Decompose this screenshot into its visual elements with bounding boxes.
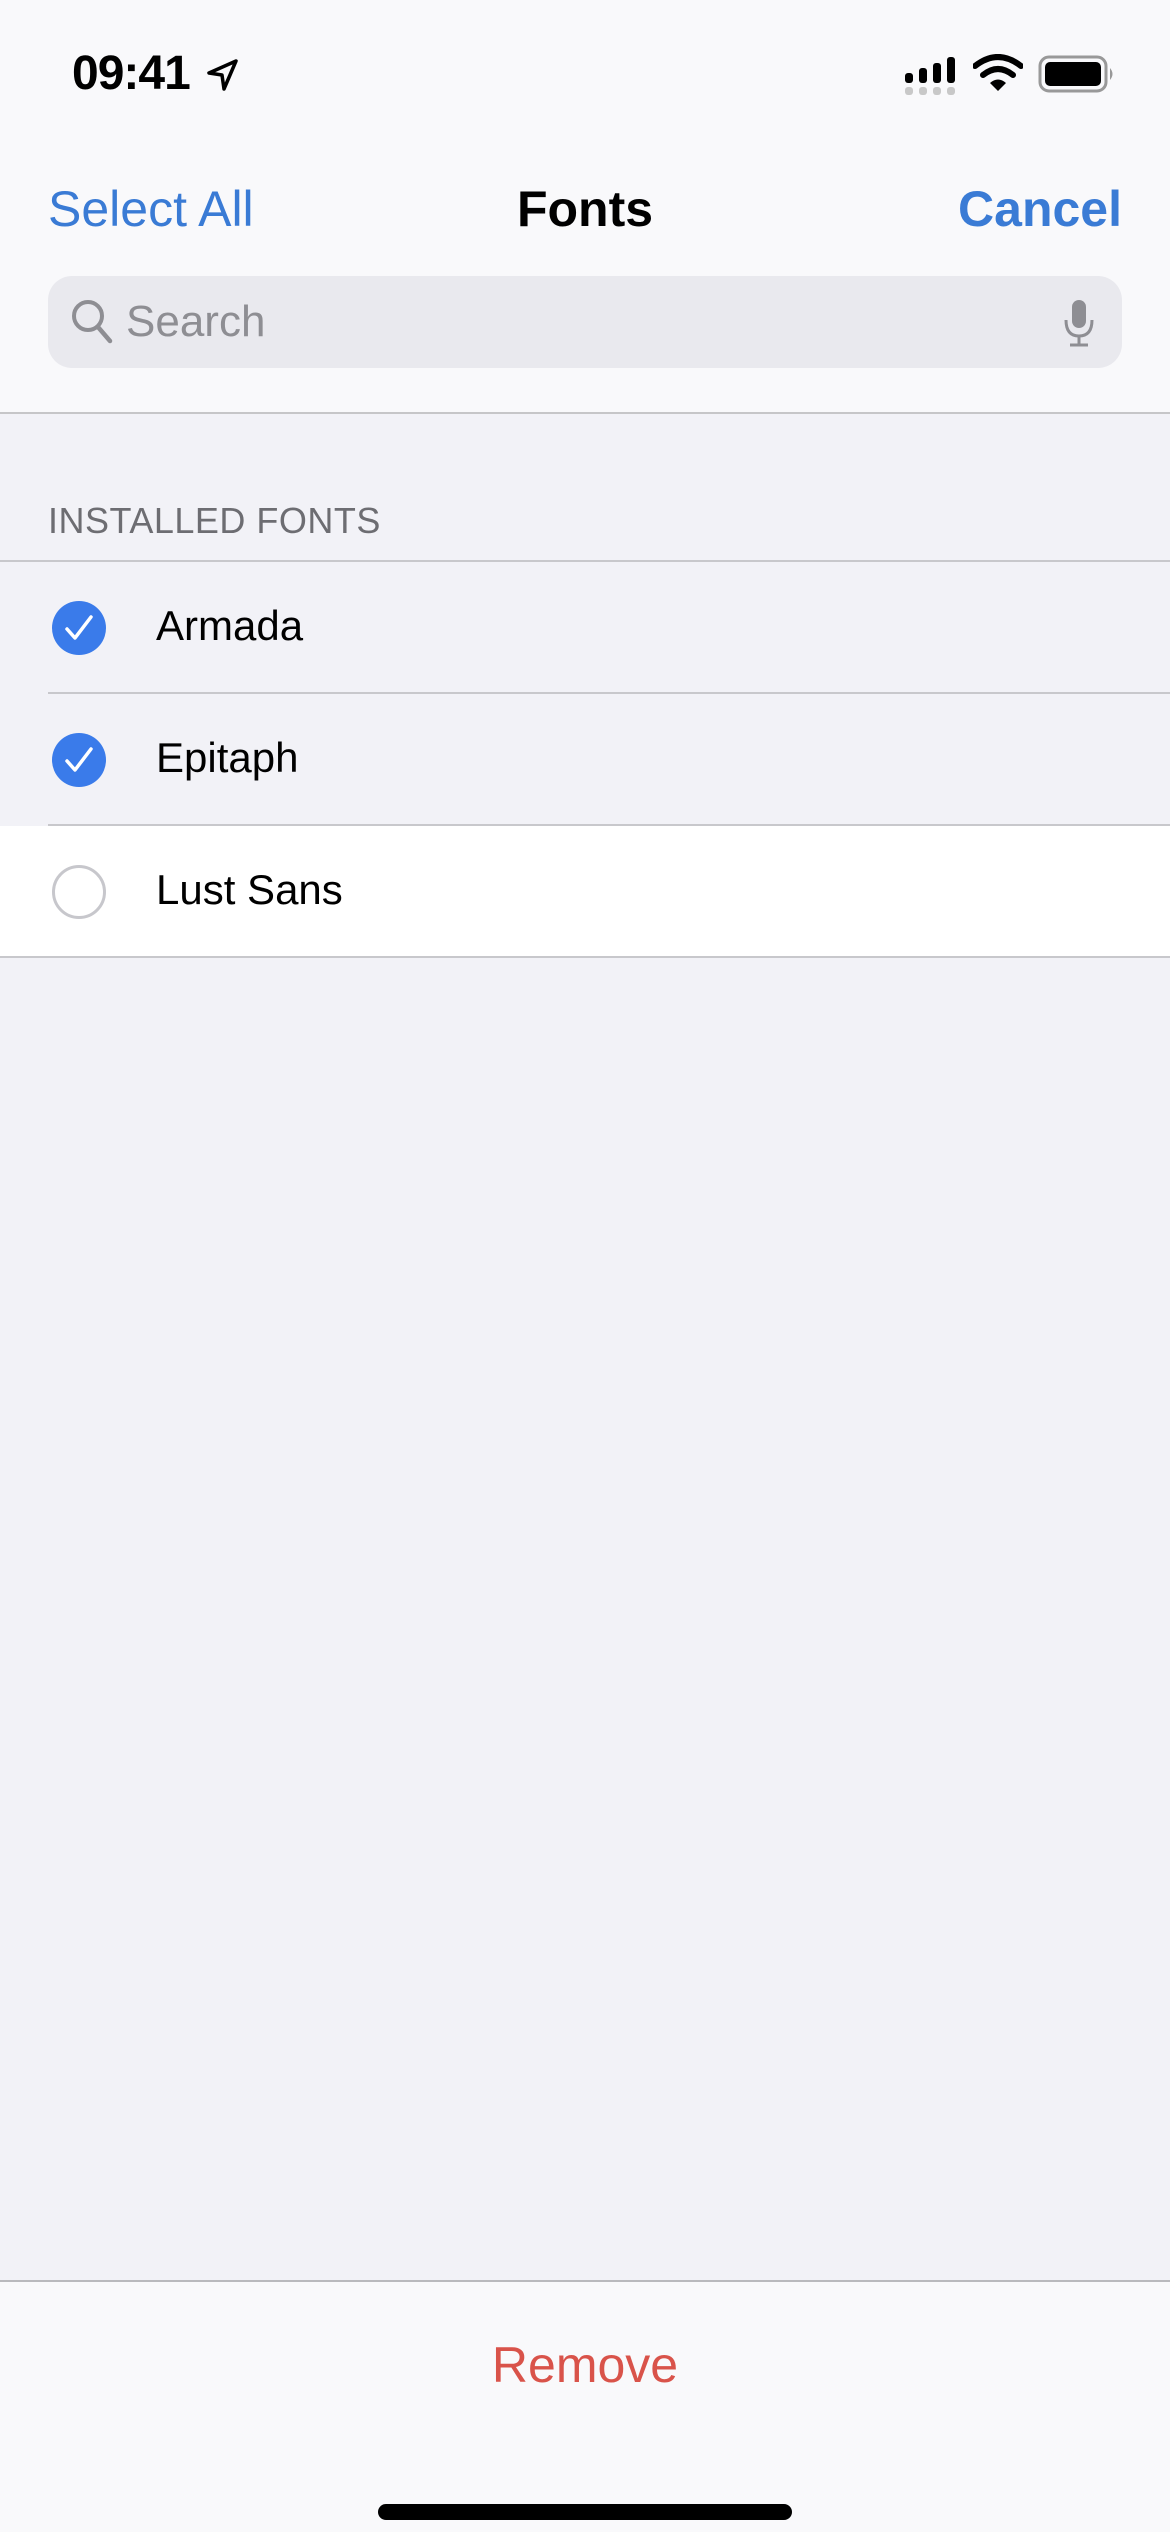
nav-bar: Select All Fonts Cancel — [0, 170, 1170, 250]
home-indicator[interactable] — [378, 2504, 792, 2520]
status-time: 09:41 — [72, 47, 191, 100]
status-bar: 09:41 — [0, 0, 1170, 150]
font-list: Armada Epitaph Lust Sans — [0, 560, 1170, 958]
list-item[interactable]: Epitaph — [0, 694, 1170, 826]
microphone-icon[interactable] — [1062, 298, 1096, 348]
wifi-icon — [973, 54, 1023, 91]
search-icon — [72, 300, 113, 344]
checkmark-empty-icon[interactable] — [52, 865, 106, 919]
font-name: Armada — [156, 602, 304, 649]
location-arrow-icon — [207, 59, 238, 91]
header: 09:41 Select All Fonts Cancel — [0, 0, 1170, 414]
font-name: Lust Sans — [156, 866, 343, 913]
battery-icon — [1038, 55, 1113, 93]
remove-button[interactable]: Remove — [0, 2336, 1170, 2394]
list-item[interactable]: Lust Sans — [0, 826, 1170, 958]
list-item[interactable]: Armada — [0, 562, 1170, 694]
search-bar[interactable] — [48, 276, 1122, 368]
cancel-button[interactable]: Cancel — [958, 180, 1122, 238]
bottom-toolbar: Remove — [0, 2280, 1170, 2532]
checkmark-selected-icon[interactable] — [52, 601, 106, 655]
checkmark-selected-icon[interactable] — [52, 733, 106, 787]
section-header: INSTALLED FONTS — [48, 500, 381, 541]
cellular-signal-icon — [905, 57, 955, 95]
search-input[interactable] — [126, 276, 1026, 368]
font-name: Epitaph — [156, 734, 299, 781]
